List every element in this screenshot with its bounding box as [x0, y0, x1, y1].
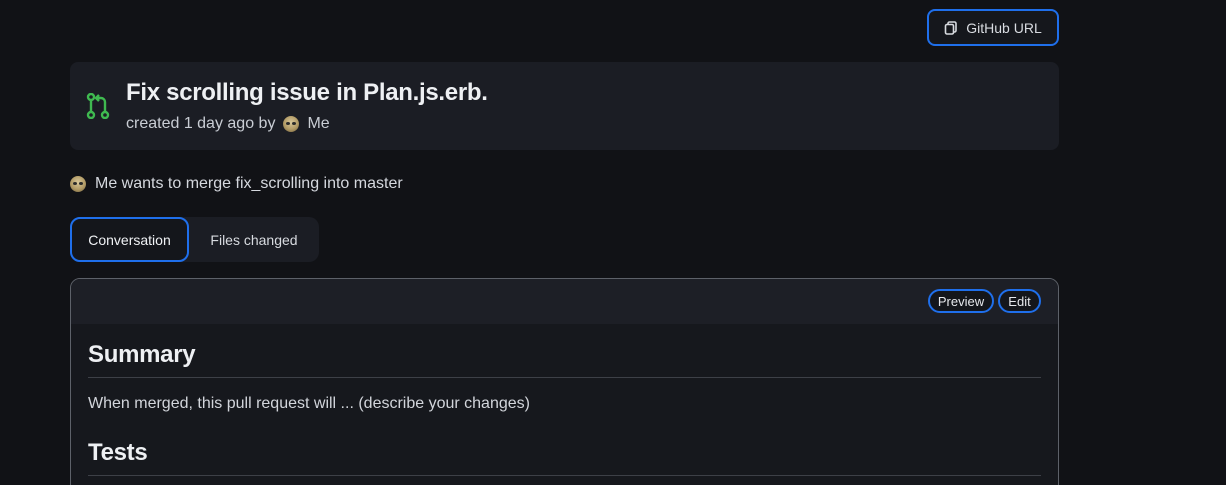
- page-title: Fix scrolling issue in Plan.js.erb.: [126, 79, 488, 106]
- github-url-label: GitHub URL: [966, 19, 1042, 36]
- editor-toolbar: Preview Edit: [71, 279, 1058, 324]
- copy-icon: [944, 20, 958, 35]
- git-pull-request-icon: [86, 92, 110, 120]
- edit-button[interactable]: Edit: [998, 289, 1041, 313]
- summary-text: When merged, this pull request will ... …: [88, 395, 530, 412]
- tab-files-changed[interactable]: Files changed: [189, 217, 319, 262]
- pr-meta: created 1 day ago by Me: [126, 115, 330, 133]
- merge-info: Me wants to merge fix_scrolling into mas…: [70, 175, 403, 193]
- description-content: Summary When merged, this pull request w…: [71, 324, 1058, 476]
- created-text: created 1 day ago by: [126, 115, 276, 132]
- pr-header: Fix scrolling issue in Plan.js.erb. crea…: [70, 62, 1059, 150]
- section-heading-summary: Summary: [88, 324, 1041, 378]
- preview-button[interactable]: Preview: [928, 289, 994, 313]
- tab-bar: Conversation Files changed: [70, 217, 319, 262]
- merge-text: Me wants to merge fix_scrolling into mas…: [95, 175, 403, 192]
- avatar: [70, 176, 86, 192]
- avatar: [283, 116, 300, 132]
- tab-conversation[interactable]: Conversation: [70, 217, 189, 262]
- author-name[interactable]: Me: [307, 115, 329, 133]
- github-url-button[interactable]: GitHub URL: [927, 9, 1059, 46]
- pull-request-page: GitHub URL Fix scrolling issue in Plan.j…: [0, 0, 1226, 485]
- section-heading-tests: Tests: [88, 413, 1041, 476]
- description-panel: Preview Edit Summary When merged, this p…: [70, 278, 1059, 485]
